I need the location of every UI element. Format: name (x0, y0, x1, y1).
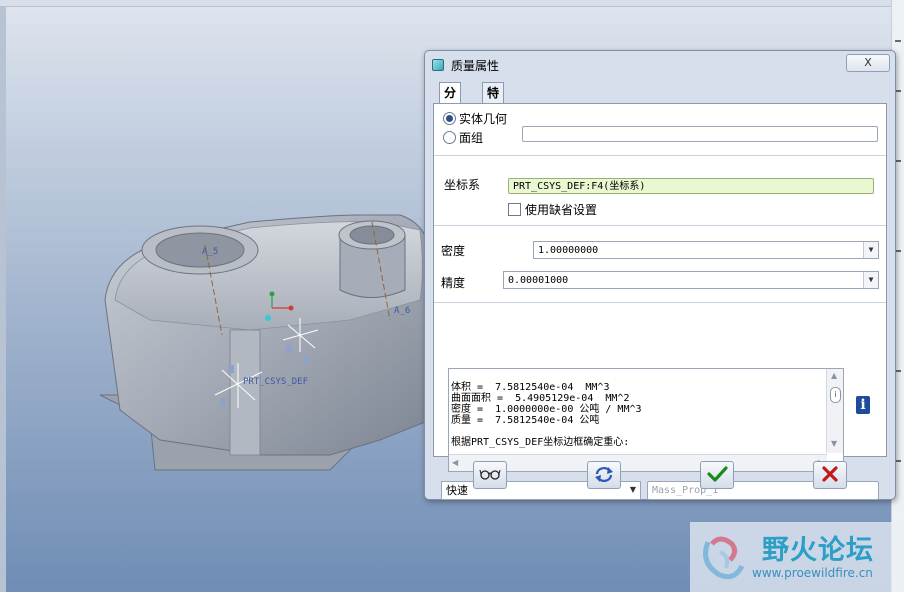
analysis-panel: 实体几何 面组 坐标系 PRT_CSYS_DEF:F4(坐标系) 使用缺省设置 … (433, 103, 887, 500)
density-dropdown-arrow[interactable]: ▼ (863, 242, 878, 258)
scroll-info-icon[interactable]: i (830, 387, 841, 403)
dialog-title: 质量属性 (451, 59, 500, 73)
result-surface-area: 曲面面积 = 5.4905129e-04 MM^2 (451, 393, 630, 404)
scroll-up-icon[interactable]: ▲ (831, 371, 837, 380)
axis-label-a5[interactable]: A_5 (202, 247, 218, 257)
mode-dropdown-arrow[interactable]: ▼ (626, 482, 640, 498)
use-default-label: 使用缺省设置 (525, 203, 598, 217)
separator (434, 155, 886, 156)
glasses-icon (479, 469, 501, 480)
accuracy-dropdown-arrow[interactable]: ▼ (863, 272, 878, 288)
results-vertical-scrollbar[interactable]: ▲ i ▼ (826, 369, 843, 453)
mode-select-value: 快速 (446, 484, 468, 497)
use-default-checkbox[interactable] (508, 203, 521, 216)
density-field[interactable]: 1.00000000 ▼ (533, 241, 879, 259)
preview-button[interactable] (473, 461, 507, 489)
result-mass: 质量 = 7.5812540e-04 公吨 (451, 415, 600, 426)
csys-field[interactable]: PRT_CSYS_DEF:F4(坐标系) (508, 178, 874, 194)
radio-solid-geometry-label: 实体几何 (459, 112, 508, 126)
ok-button[interactable] (700, 461, 734, 489)
tab-analysis[interactable]: 分析 (439, 82, 462, 120)
result-volume: 体积 = 7.5812540e-04 MM^3 (451, 382, 610, 393)
mass-properties-dialog: 质量属性 X 分析 特征 实体几何 面组 坐标系 PRT_CSYS_DEF:F4… (424, 50, 896, 500)
separator (434, 302, 886, 303)
accuracy-label: 精度 (441, 276, 466, 290)
density-label: 密度 (441, 244, 466, 258)
close-button[interactable]: X (846, 54, 890, 72)
cancel-x-icon (822, 466, 838, 482)
watermark-url: www.proewildfire.cn (752, 566, 873, 580)
watermark-logo-icon (703, 536, 745, 580)
watermark-name: 野火论坛 (762, 535, 874, 566)
axis-label-a6[interactable]: A_6 (394, 306, 410, 316)
accuracy-field[interactable]: 0.00001000 ▼ (503, 271, 879, 289)
dialog-app-icon (432, 59, 444, 71)
density-value: 1.00000000 (538, 245, 599, 256)
scroll-left-icon[interactable]: ◀ (452, 458, 458, 467)
quilt-selection-field[interactable] (522, 126, 878, 142)
radio-quilt-label: 面组 (459, 131, 484, 145)
dialog-titlebar[interactable]: 质量属性 X (425, 51, 895, 77)
check-icon (707, 466, 728, 482)
csys-label-text: 坐标系 (444, 178, 481, 192)
result-density: 密度 = 1.0000000e-00 公吨 / MM^3 (451, 404, 642, 415)
result-center-of-gravity-heading: 根据PRT_CSYS_DEF坐标边框确定重心: (451, 437, 630, 448)
info-icon[interactable]: i (856, 396, 870, 414)
accuracy-value: 0.00001000 (508, 275, 569, 286)
forum-watermark: 野火论坛 www.proewildfire.cn (690, 522, 904, 592)
results-box[interactable]: 体积 = 7.5812540e-04 MM^3 曲面面积 = 5.4905129… (448, 368, 844, 472)
radio-solid-geometry[interactable] (443, 112, 456, 125)
repeat-analysis-button[interactable] (587, 461, 621, 489)
refresh-icon (595, 467, 613, 482)
cancel-button[interactable] (813, 461, 847, 489)
scroll-down-icon[interactable]: ▼ (831, 439, 837, 448)
results-text: 体积 = 7.5812540e-04 MM^3 曲面面积 = 5.4905129… (451, 371, 827, 453)
csys-label[interactable]: PRT_CSYS_DEF (243, 377, 308, 387)
radio-quilt[interactable] (443, 131, 456, 144)
separator (434, 225, 886, 226)
tab-feature[interactable]: 特征 (482, 82, 505, 120)
